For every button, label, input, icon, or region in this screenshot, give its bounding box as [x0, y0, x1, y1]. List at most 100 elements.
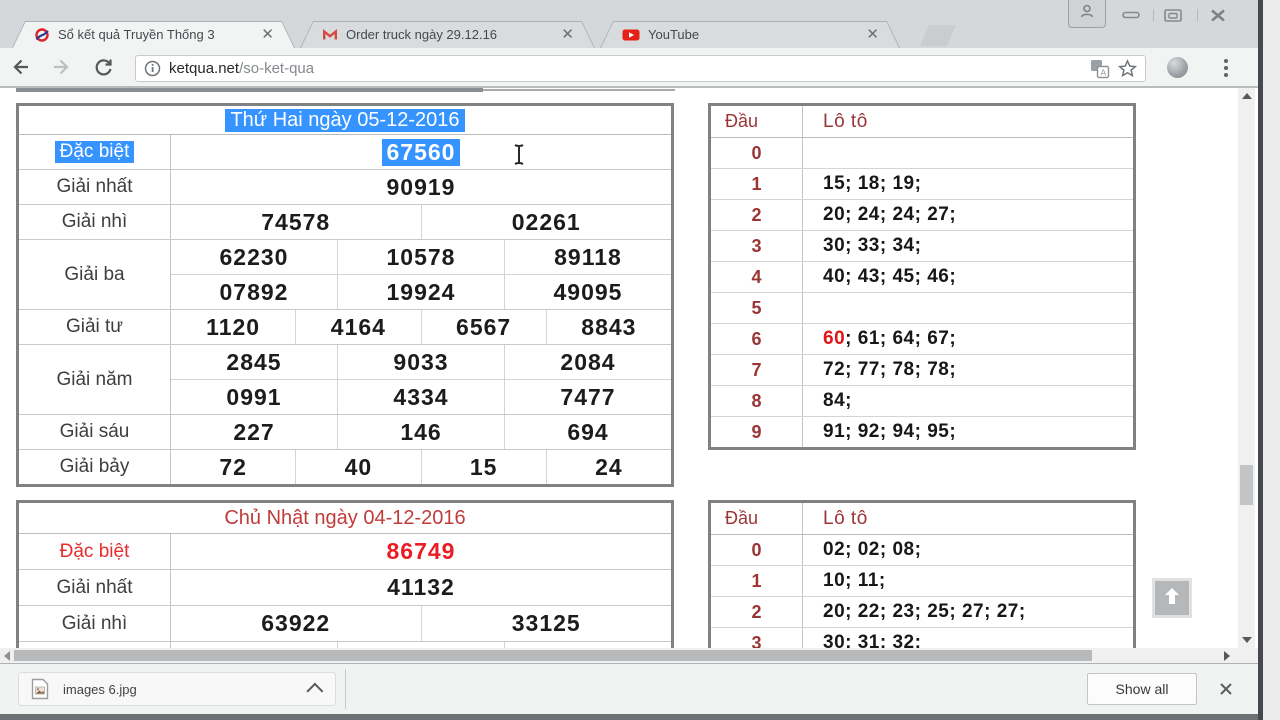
- forward-button[interactable]: [48, 54, 74, 80]
- tab-close-icon[interactable]: ✕: [260, 27, 275, 42]
- prize-row: Giải tư1120416465678843: [19, 309, 671, 344]
- prize-row: Đặc biệt86749: [19, 534, 671, 569]
- tab-close-icon[interactable]: ✕: [865, 27, 880, 42]
- scroll-left-arrow[interactable]: [2, 651, 12, 661]
- window-controls-divider: [1197, 9, 1198, 21]
- new-tab-button[interactable]: [920, 25, 956, 46]
- prize-cell: 4334: [337, 380, 504, 414]
- prize-label: Giải năm: [19, 345, 171, 414]
- prize-cell: 63922: [171, 606, 421, 641]
- page-info-icon[interactable]: [144, 60, 161, 77]
- gmail-icon: [322, 27, 338, 43]
- loto-numbers: 72; 77; 78; 78;: [823, 359, 956, 381]
- download-menu-caret-icon[interactable]: [311, 683, 323, 695]
- loto-row: 2 20; 24; 24; 27;: [711, 199, 1133, 230]
- previous-table-edge: [483, 89, 675, 91]
- result-date: Thứ Hai ngày 05-12-2016: [225, 109, 464, 132]
- loto-digit: 0: [711, 138, 803, 168]
- back-button[interactable]: [8, 54, 34, 80]
- profile-button[interactable]: [1068, 0, 1106, 28]
- text-cursor: [512, 143, 526, 171]
- prize-number: 15: [470, 454, 498, 481]
- prize-number: 4164: [331, 314, 386, 341]
- vertical-scrollbar[interactable]: [1238, 88, 1255, 648]
- browser-menu-button[interactable]: [1222, 57, 1230, 79]
- prize-subrow: 6392233125: [171, 606, 671, 641]
- tab-inner: YouTube ✕: [600, 21, 900, 48]
- prize-cell: 4164: [295, 310, 420, 344]
- scroll-up-arrow[interactable]: [1241, 92, 1252, 100]
- vertical-scrollbar-thumb[interactable]: [1240, 465, 1253, 505]
- prize-cell: 74578: [171, 205, 421, 239]
- prize-cell: 89118: [504, 240, 671, 274]
- loto-numbers: 02; 02; 08;: [823, 539, 921, 561]
- scroll-right-arrow[interactable]: [1222, 651, 1232, 661]
- prize-number: 694: [567, 419, 608, 446]
- prize-values: 284590332084099143347477: [171, 345, 671, 414]
- prize-number: 2084: [560, 349, 615, 376]
- prize-subrow: 41132: [171, 570, 671, 605]
- loto-numbers: 20; 24; 24; 27;: [823, 204, 956, 226]
- scroll-to-top-button[interactable]: [1152, 578, 1192, 618]
- prize-cell: 0991: [171, 380, 337, 414]
- horizontal-scrollbar[interactable]: [0, 648, 1258, 663]
- loto-digit: 0: [711, 535, 803, 565]
- prize-number: 89118: [554, 244, 622, 271]
- prize-cell: 40: [295, 450, 420, 484]
- prize-number: 1120: [206, 314, 260, 341]
- prize-cell: 41132: [171, 570, 671, 605]
- prize-cell: 72: [171, 450, 295, 484]
- download-item[interactable]: images 6.jpg: [18, 672, 336, 706]
- extension-globe-icon[interactable]: [1167, 57, 1188, 78]
- loto-row: 884;: [711, 385, 1133, 416]
- prize-cell: 67560: [171, 135, 671, 169]
- prize-number: 6567: [456, 314, 511, 341]
- maximize-button[interactable]: [1160, 7, 1186, 23]
- result-table-day1: Thứ Hai ngày 05-12-2016 Đặc biệt 67560 Giải…: [16, 103, 674, 487]
- prize-label-text: Đặc biệt: [55, 141, 135, 163]
- tab-3[interactable]: YouTube ✕: [600, 21, 900, 48]
- prize-number: 146: [400, 419, 441, 446]
- prize-values: 67560: [171, 135, 671, 169]
- prize-number: 2845: [226, 349, 281, 376]
- minimize-button[interactable]: [1118, 7, 1144, 23]
- loto-digit-text: 2: [751, 205, 761, 226]
- loto-values: 20; 22; 23; 25; 27; 27;: [803, 597, 1133, 627]
- loto-digit-text: 0: [751, 540, 761, 561]
- prize-cell: 15: [421, 450, 546, 484]
- close-shelf-button[interactable]: [1213, 676, 1239, 702]
- prize-label: Giải tư: [19, 310, 171, 344]
- prize-subrow: 078921992449095: [171, 274, 671, 309]
- tab-title: YouTube: [648, 27, 857, 42]
- loto-row: 110; 11;: [711, 565, 1133, 596]
- prize-label: Đặc biệt: [19, 534, 171, 569]
- desktop-background: [1263, 0, 1280, 720]
- loto-values: 91; 92; 94; 95;: [803, 417, 1133, 447]
- reload-button[interactable]: [90, 54, 116, 80]
- tab-2[interactable]: Order truck ngày 29.12.16✕: [300, 21, 595, 48]
- bookmark-star-icon[interactable]: [1118, 59, 1137, 78]
- prize-cell: 90919: [171, 170, 671, 204]
- loto-digit: 4: [711, 262, 803, 292]
- tab-close-icon[interactable]: ✕: [560, 27, 575, 42]
- loto-digit-text: 3: [751, 633, 761, 649]
- show-all-downloads-button[interactable]: Show all: [1087, 673, 1197, 705]
- address-bar[interactable]: ketqua.net/so-ket-qua A: [135, 55, 1146, 82]
- close-window-button[interactable]: [1205, 7, 1231, 23]
- loto-digit: 5: [711, 293, 803, 323]
- tab-1[interactable]: Sổ kết quả Truyền Thống 3✕: [12, 21, 295, 48]
- prize-number: 0991: [226, 384, 281, 411]
- tab-inner: Sổ kết quả Truyền Thống 3✕: [12, 21, 295, 48]
- prize-row: Giải nhì 74578 02261: [19, 204, 671, 239]
- loto-digit-text: 4: [751, 267, 761, 288]
- prize-number: 02261: [512, 209, 581, 236]
- translate-icon[interactable]: A: [1090, 59, 1110, 79]
- prize-label-text: Giải nhì: [62, 211, 127, 233]
- prize-number: 7477: [560, 384, 615, 411]
- horizontal-scrollbar-thumb[interactable]: [14, 650, 1092, 661]
- loto-digit-text: 3: [751, 236, 761, 257]
- loto-values: 40; 43; 45; 46;: [803, 262, 1133, 292]
- scroll-down-arrow[interactable]: [1241, 636, 1252, 644]
- prize-values: 86749: [171, 534, 671, 569]
- prize-values: 72401524: [171, 450, 671, 484]
